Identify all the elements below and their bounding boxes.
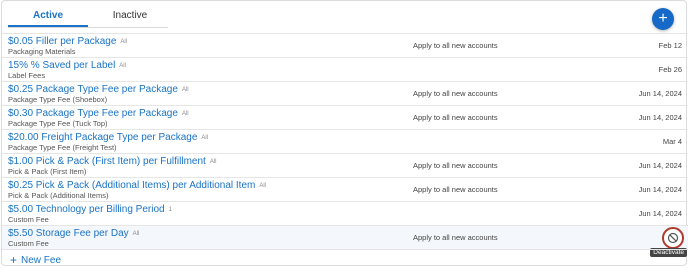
tab-inactive-label: Inactive xyxy=(112,10,148,21)
fee-row[interactable]: $0.30 Package Type Fee per Package All Pa… xyxy=(2,105,688,129)
fee-list: $0.05 Filler per Package All Packaging Ma… xyxy=(2,33,688,257)
fee-title-link[interactable]: $0.25 Package Type Fee per Package All xyxy=(8,84,189,95)
fee-tabs: Active Inactive xyxy=(8,5,168,28)
fee-row[interactable]: $0.05 Filler per Package All Packaging Ma… xyxy=(2,33,688,57)
fee-type: Package Type Fee (Tuck Top) xyxy=(8,119,108,128)
tab-active-label: Active xyxy=(32,10,63,21)
fee-title-link[interactable]: $1.00 Pick & Pack (First Item) per Fulfi… xyxy=(8,156,217,167)
fee-type: Custom Fee xyxy=(8,215,49,224)
fee-apply-rule: Apply to all new accounts xyxy=(413,161,498,170)
plus-icon: + xyxy=(10,253,18,267)
fee-apply-rule: Apply to all new accounts xyxy=(413,233,498,242)
tab-active[interactable]: Active xyxy=(8,5,88,27)
fee-scope: All xyxy=(181,87,189,93)
fee-title-link[interactable]: $5.50 Storage Fee per Day All xyxy=(8,228,139,239)
fee-apply-rule: Apply to all new accounts xyxy=(413,185,498,194)
new-fee-label: New Fee xyxy=(21,255,62,266)
fee-apply-rule: Apply to all new accounts xyxy=(413,41,498,50)
fee-date: Mar 4 xyxy=(662,137,682,146)
new-fee-button[interactable]: + New Fee xyxy=(10,253,61,267)
fee-title-link[interactable]: $0.05 Filler per Package All xyxy=(8,36,127,47)
fee-title-link[interactable]: $0.25 Pick & Pack (Additional Items) per… xyxy=(8,180,266,191)
fee-type: Packaging Materials xyxy=(8,47,76,56)
fee-date: Feb 26 xyxy=(658,65,682,74)
fee-row[interactable]: $5.00 Technology per Billing Period 1 Cus… xyxy=(2,201,688,225)
fee-row[interactable]: $5.50 Storage Fee per Day All Custom Fee … xyxy=(2,225,688,257)
fee-type: Pick & Pack (Additional Items) xyxy=(8,191,109,200)
fee-date: Jun 14, 2024 xyxy=(638,113,682,122)
fee-date: Jun 14, 2024 xyxy=(638,209,682,218)
fee-scope: All xyxy=(259,183,267,189)
fee-row[interactable]: 15% % Saved per Label All Label Fees Feb … xyxy=(2,57,688,81)
fee-date: Jun 14, 2024 xyxy=(638,89,682,98)
fee-type: Package Type Fee (Shoebox) xyxy=(8,95,108,104)
fees-panel: Active Inactive + $0.05 Filler per Packa… xyxy=(1,0,688,268)
fee-scope: All xyxy=(181,111,189,117)
fee-row[interactable]: $0.25 Package Type Fee per Package All Pa… xyxy=(2,81,688,105)
fee-type: Pick & Pack (First Item) xyxy=(8,167,87,176)
deactivate-button[interactable] xyxy=(662,227,684,249)
fee-apply-rule: Apply to all new accounts xyxy=(413,89,498,98)
fee-type: Custom Fee xyxy=(8,239,49,248)
fee-scope: All xyxy=(209,159,217,165)
fee-apply-rule: Apply to all new accounts xyxy=(413,113,498,122)
fee-title-link[interactable]: 15% % Saved per Label All xyxy=(8,60,126,71)
fee-row[interactable]: $0.25 Pick & Pack (Additional Items) per… xyxy=(2,177,688,201)
fee-date: Jun 14, 2024 xyxy=(638,161,682,170)
fee-row[interactable]: $1.00 Pick & Pack (First Item) per Fulfi… xyxy=(2,153,688,177)
fee-title-link[interactable]: $5.00 Technology per Billing Period 1 xyxy=(8,204,172,215)
add-fee-button[interactable]: + xyxy=(652,8,674,30)
active-tab-indicator xyxy=(8,25,88,27)
fee-title-link[interactable]: $20.00 Freight Package Type per Package A… xyxy=(8,132,208,143)
tab-inactive[interactable]: Inactive xyxy=(92,5,168,26)
fee-scope: All xyxy=(132,231,140,237)
fee-type: Label Fees xyxy=(8,71,46,80)
fee-title-link[interactable]: $0.30 Package Type Fee per Package All xyxy=(8,108,189,119)
list-footer: + New Fee xyxy=(2,249,688,268)
fee-date: Jun 14, 2024 xyxy=(638,185,682,194)
fee-scope: 1 xyxy=(168,207,172,213)
deactivate-icon xyxy=(667,232,679,244)
fee-scope: All xyxy=(201,135,209,141)
plus-icon: + xyxy=(658,10,668,27)
fee-type: Package Type Fee (Freight Test) xyxy=(8,143,117,152)
fee-date: Feb 12 xyxy=(658,41,682,50)
fee-row[interactable]: $20.00 Freight Package Type per Package A… xyxy=(2,129,688,153)
fee-scope: All xyxy=(120,39,128,45)
fee-scope: All xyxy=(119,63,126,69)
